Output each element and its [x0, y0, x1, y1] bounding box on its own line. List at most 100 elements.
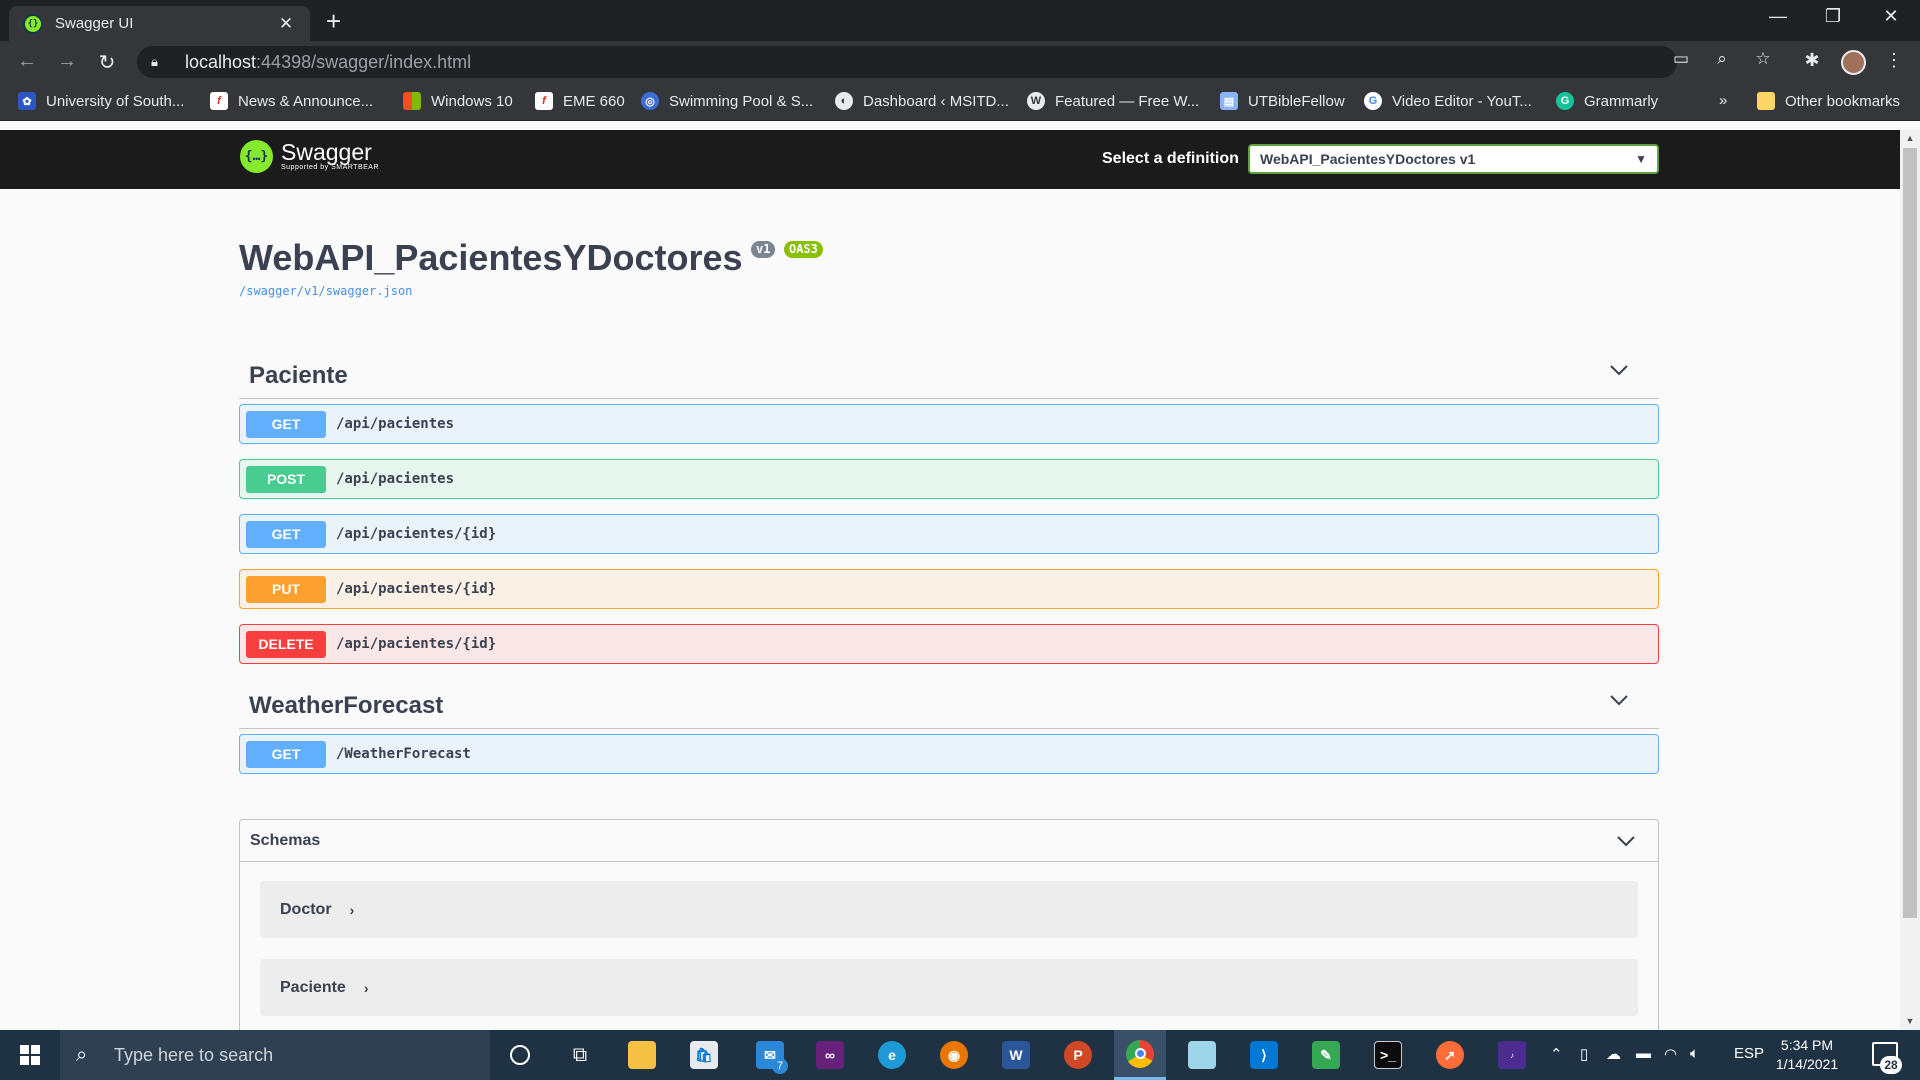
close-tab-icon[interactable]: ✕	[276, 14, 296, 34]
minimize-icon[interactable]: —	[1763, 6, 1793, 27]
address-bar[interactable]: 🔒︎ localhost:44398/swagger/index.html	[137, 46, 1677, 78]
taskbar-app-mail[interactable]: ✉ 7	[744, 1030, 796, 1080]
edge-icon: e	[878, 1041, 906, 1069]
operation-delete-paciente[interactable]: DELETE /api/pacientes/{id}	[239, 624, 1659, 664]
tool-icon: ✎	[1312, 1041, 1340, 1069]
vscode-icon: ⟩	[1250, 1041, 1278, 1069]
forward-icon[interactable]: →	[54, 50, 80, 73]
spec-link[interactable]: /swagger/v1/swagger.json	[239, 284, 412, 298]
taskbar-app-explorer[interactable]	[616, 1030, 668, 1080]
bookmark-item[interactable]: ✿ University of South...	[18, 92, 184, 110]
onedrive-icon[interactable]: ☁	[1606, 1045, 1621, 1063]
device-icon[interactable]: ▯	[1580, 1045, 1588, 1063]
operation-put-paciente[interactable]: PUT /api/pacientes/{id}	[239, 569, 1659, 609]
taskbar-app-amazon-music[interactable]: ♪	[1486, 1030, 1538, 1080]
bookmark-star-icon[interactable]: ☆	[1751, 49, 1775, 69]
show-hidden-icons[interactable]: ⌃	[1550, 1045, 1563, 1063]
more-bookmarks-button[interactable]: »	[1719, 92, 1727, 109]
visual-studio-icon: ∞	[816, 1041, 844, 1069]
swagger-logo[interactable]: {…} Swagger Supported by SMARTBEAR	[240, 140, 379, 173]
taskbar-app-powerpoint[interactable]: P	[1052, 1030, 1104, 1080]
taskbar-app-notes[interactable]	[1176, 1030, 1228, 1080]
schemas-header[interactable]: Schemas	[240, 820, 1658, 862]
schemas-section: Schemas Doctor › Paciente ›	[239, 819, 1659, 1040]
definition-select[interactable]: WebAPI_PacientesYDoctores v1 ▼	[1248, 144, 1659, 174]
cortana-icon	[510, 1045, 530, 1065]
usf-icon: ✿	[18, 92, 36, 110]
bookmark-item[interactable]: ◎ Swimming Pool & S...	[641, 92, 813, 110]
store-icon: 🛍︎	[690, 1041, 718, 1069]
schemas-title: Schemas	[250, 831, 321, 849]
operation-get-paciente-by-id[interactable]: GET /api/pacientes/{id}	[239, 514, 1659, 554]
bookmark-item[interactable]: G Video Editor - YouT...	[1364, 92, 1532, 110]
task-view-button[interactable]: ⧉	[554, 1030, 606, 1080]
taskbar-app-blender[interactable]: ◉	[928, 1030, 980, 1080]
swagger-topbar: {…} Swagger Supported by SMARTBEAR Selec…	[0, 130, 1900, 189]
restore-icon[interactable]: ❐	[1818, 6, 1848, 27]
bookmark-item[interactable]: f EME 660	[535, 92, 625, 110]
taskbar-app-chrome[interactable]	[1114, 1030, 1166, 1080]
model-name: Paciente	[280, 978, 346, 996]
start-button[interactable]	[0, 1030, 60, 1080]
taskbar-app-postman[interactable]: ➚	[1424, 1030, 1476, 1080]
method-badge: GET	[246, 520, 326, 548]
model-doctor[interactable]: Doctor ›	[260, 881, 1638, 938]
taskbar-app-vscode[interactable]: ⟩	[1238, 1030, 1290, 1080]
grammarly-icon: G	[1556, 92, 1574, 110]
zoom-icon[interactable]: ⌕	[1710, 49, 1734, 69]
taskbar-app-word[interactable]: W	[990, 1030, 1042, 1080]
model-paciente[interactable]: Paciente ›	[260, 959, 1638, 1016]
battery-icon[interactable]: ▬	[1636, 1045, 1651, 1062]
method-badge: POST	[246, 465, 326, 493]
api-title: WebAPI_PacientesYDoctores	[239, 237, 743, 278]
language-indicator[interactable]: ESP	[1734, 1045, 1764, 1062]
notification-count: 28	[1880, 1056, 1902, 1074]
page-scrollbar[interactable]: ▲ ▼	[1900, 130, 1920, 1030]
new-tab-icon[interactable]: +	[326, 8, 341, 34]
tag-weatherforecast[interactable]: WeatherForecast	[239, 678, 1659, 729]
volume-icon[interactable]: 🔈︎	[1690, 1045, 1699, 1062]
taskbar-app-store[interactable]: 🛍︎	[678, 1030, 730, 1080]
other-bookmarks-folder[interactable]: Other bookmarks	[1757, 92, 1900, 110]
cast-icon[interactable]: ▭	[1669, 49, 1693, 69]
extensions-icon[interactable]: ✱	[1799, 50, 1825, 71]
bookmark-item[interactable]: G Grammarly	[1556, 92, 1658, 110]
taskbar-app-tool[interactable]: ✎	[1300, 1030, 1352, 1080]
operation-post-pacientes[interactable]: POST /api/pacientes	[239, 459, 1659, 499]
reload-icon[interactable]: ↻	[94, 50, 120, 75]
bookmark-item[interactable]: ▤ UTBibleFellow	[1220, 92, 1345, 110]
chevron-down-icon[interactable]	[1609, 360, 1629, 380]
windows-logo-icon	[20, 1045, 40, 1065]
scroll-down-icon[interactable]: ▼	[1900, 1013, 1920, 1030]
chevron-down-icon[interactable]	[1616, 831, 1636, 851]
menu-kebab-icon[interactable]: ⋮	[1881, 50, 1907, 71]
bookmark-item[interactable]: W Featured — Free W...	[1027, 92, 1199, 110]
operation-get-weatherforecast[interactable]: GET /WeatherForecast	[239, 734, 1659, 774]
task-view-icon: ⧉	[572, 1043, 588, 1066]
taskbar-search[interactable]: ⌕ Type here to search	[60, 1030, 490, 1080]
operation-get-pacientes[interactable]: GET /api/pacientes	[239, 404, 1659, 444]
swagger-brand: Swagger	[281, 139, 372, 165]
swagger-logo-icon: {…}	[240, 140, 273, 173]
bookmark-item[interactable]: Windows 10	[403, 92, 513, 110]
method-badge: PUT	[246, 575, 326, 603]
taskbar-clock[interactable]: 5:34 PM 1/14/2021	[1768, 1036, 1846, 1074]
taskbar-app-edge[interactable]: e	[866, 1030, 918, 1080]
back-icon[interactable]: ←	[14, 50, 40, 73]
terminal-icon: >_	[1374, 1041, 1402, 1069]
taskbar-app-visual-studio[interactable]: ∞	[804, 1030, 856, 1080]
lock-icon[interactable]: 🔒︎	[151, 54, 167, 70]
browser-tab[interactable]: {} Swagger UI ✕	[9, 6, 310, 41]
profile-avatar[interactable]	[1841, 50, 1866, 75]
taskbar-app-terminal[interactable]: >_	[1362, 1030, 1414, 1080]
scroll-thumb[interactable]	[1903, 148, 1917, 918]
chevron-down-icon[interactable]	[1609, 690, 1629, 710]
tag-paciente[interactable]: Paciente	[239, 348, 1659, 399]
bookmark-item[interactable]: f News & Announce...	[210, 92, 373, 110]
close-window-icon[interactable]: ✕	[1876, 6, 1906, 27]
oas-badge: OAS3	[784, 241, 823, 258]
scroll-up-icon[interactable]: ▲	[1900, 130, 1920, 147]
cortana-button[interactable]	[494, 1030, 546, 1080]
wifi-icon[interactable]: ◠	[1664, 1045, 1677, 1063]
bookmark-item[interactable]: ◐ Dashboard ‹ MSITD...	[835, 92, 1009, 110]
